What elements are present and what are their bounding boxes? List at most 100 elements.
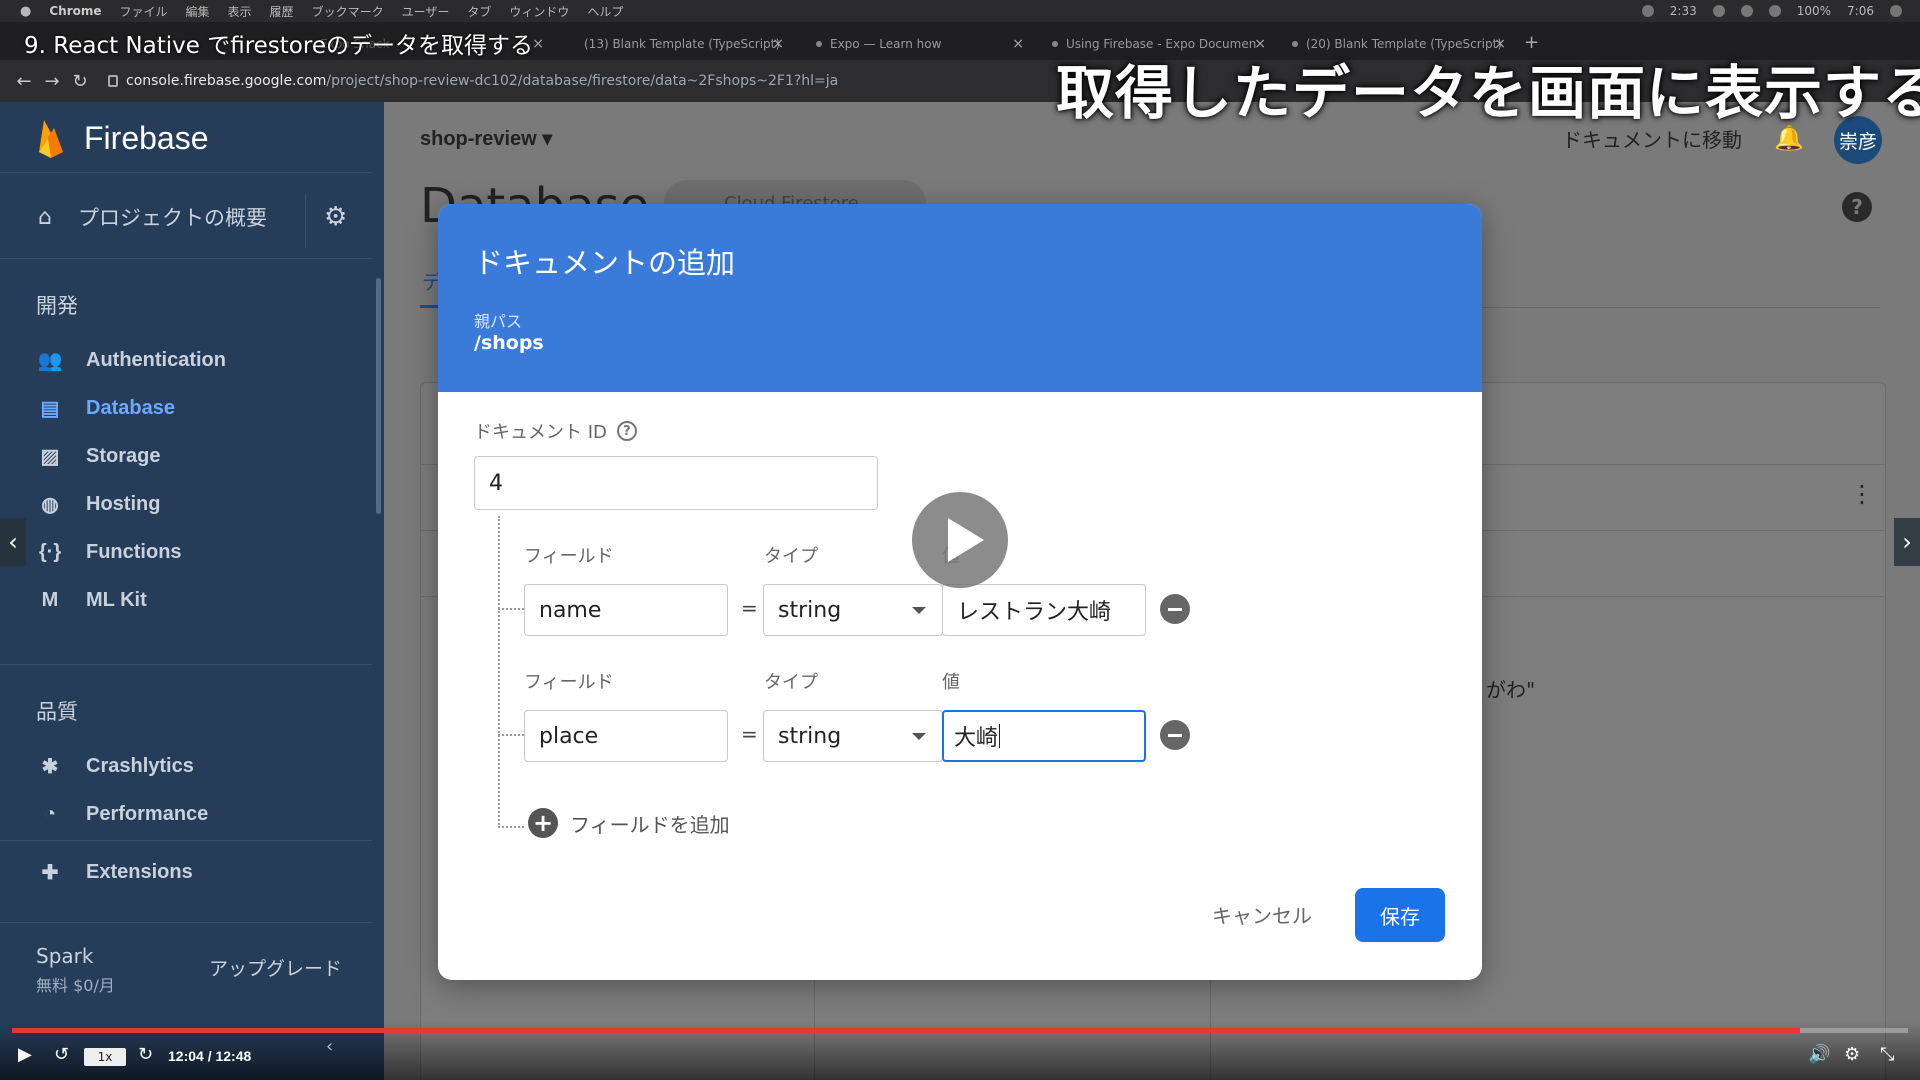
divider (0, 258, 372, 259)
document-id-label: ドキュメント ID? (474, 418, 637, 444)
sidebar-item-mlkit[interactable]: M ML Kit (36, 588, 147, 612)
screen: ● Chrome ファイル 編集 表示 履歴 ブックマーク ユーザー タブ ウィ… (0, 0, 1920, 1080)
play-overlay-icon[interactable] (912, 492, 1008, 588)
field-name-input[interactable]: name (524, 584, 728, 636)
back-icon[interactable]: ← (10, 71, 38, 92)
equals-sign: = (741, 596, 758, 620)
record-icon[interactable] (1641, 5, 1654, 17)
dropdown-arrow-icon (912, 733, 926, 740)
flame-icon (39, 120, 63, 158)
dialog-title: ドキュメントの追加 (474, 246, 736, 280)
sidebar-item-hosting[interactable]: ◍ Hosting (36, 492, 160, 516)
sidebar-item-database[interactable]: ▤ Database (36, 396, 175, 420)
help-icon[interactable]: ? (616, 421, 637, 441)
gauge-icon: ◔ (43, 802, 57, 825)
add-field-button[interactable]: + フィールドを追加 (528, 808, 730, 838)
sidebar-item-performance[interactable]: ◔ Performance (36, 802, 208, 826)
prev-lecture-icon[interactable]: ‹ (0, 518, 26, 566)
collapse-sidebar-icon[interactable]: ‹ (326, 1036, 333, 1057)
close-icon[interactable]: × (532, 36, 544, 52)
firebase-logo[interactable]: Firebase (36, 118, 209, 158)
help-icon[interactable]: ? (1842, 192, 1872, 222)
url-host: console.firebase.google.com (126, 73, 327, 89)
cloud-icon[interactable] (1712, 5, 1725, 17)
document-id-input[interactable]: 4 (474, 456, 878, 510)
parent-path-value: /shops (474, 332, 544, 354)
type-label: タイプ (764, 546, 818, 567)
menubar-app-name[interactable]: Chrome (49, 4, 101, 18)
sidebar-item-crashlytics[interactable]: ✱ Crashlytics (36, 754, 194, 778)
tab-expo-learn[interactable]: Expo — Learn how × (806, 28, 1030, 60)
sidebar-scrollbar[interactable] (376, 278, 381, 514)
gear-icon[interactable]: ⚙ (324, 202, 347, 232)
field-type-select[interactable]: string (763, 710, 943, 762)
save-button[interactable]: 保存 (1355, 888, 1445, 942)
url-path: /project/shop-review-dc102/database/fire… (326, 73, 839, 89)
project-overview-link[interactable]: ⌂ プロジェクトの概要 (38, 202, 267, 232)
sidebar-item-authentication[interactable]: 👥 Authentication (36, 348, 226, 372)
sidebar-item-label: Performance (86, 802, 209, 825)
cancel-button[interactable]: キャンセル (1212, 900, 1312, 929)
more-vert-icon[interactable]: ⋮ (1850, 480, 1874, 508)
divider (305, 194, 306, 248)
close-icon[interactable]: × (772, 36, 784, 52)
menu-help[interactable]: ヘルプ (587, 3, 623, 20)
field-value-input-focused[interactable]: 大崎 (942, 710, 1146, 762)
tab-blank-template-13[interactable]: (13) Blank Template (TypeScript) × (566, 28, 790, 60)
forward-icon[interactable]: ↻ (138, 1044, 153, 1065)
menu-file[interactable]: ファイル (120, 3, 168, 20)
volume-icon[interactable] (1768, 5, 1781, 17)
menu-view[interactable]: 表示 (228, 3, 252, 20)
tree-line (498, 516, 500, 828)
mac-menubar: ● Chrome ファイル 編集 表示 履歴 ブックマーク ユーザー タブ ウィ… (0, 0, 1920, 22)
playback-speed-button[interactable]: 1x (84, 1048, 126, 1066)
ml-icon: M (41, 588, 59, 611)
apple-icon[interactable]: ● (20, 4, 31, 19)
menu-history[interactable]: 履歴 (270, 3, 294, 20)
sidebar-item-functions[interactable]: {·} Functions (36, 540, 182, 564)
fullscreen-exit-icon[interactable]: ⤡ (1880, 1044, 1894, 1065)
dropdown-arrow-icon (912, 607, 926, 614)
crash-icon: ✱ (41, 755, 59, 778)
sidebar-item-storage[interactable]: ▨ Storage (36, 444, 161, 468)
menu-bookmarks[interactable]: ブックマーク (312, 3, 384, 20)
field-value-input[interactable]: レストラン大崎 (942, 584, 1146, 636)
menu-window[interactable]: ウィンドウ (509, 3, 569, 20)
sidebar-item-label: Functions (86, 540, 182, 563)
close-icon[interactable]: × (1012, 36, 1024, 52)
settings-icon[interactable]: ⚙ (1844, 1044, 1860, 1065)
play-icon[interactable]: ▶ (18, 1044, 32, 1065)
rewind-icon[interactable]: ↺ (54, 1044, 69, 1065)
video-progress-bar[interactable] (12, 1028, 1908, 1033)
video-caption: 取得したデータを画面に表示する (1056, 59, 1920, 127)
remove-field-icon[interactable] (1160, 720, 1190, 750)
menu-tab[interactable]: タブ (467, 3, 491, 20)
wifi-icon[interactable] (1740, 5, 1753, 17)
tab-label: (13) Blank Template (TypeScript) (584, 37, 781, 51)
field-name-input[interactable]: place (524, 710, 728, 762)
puzzle-icon: ✚ (41, 861, 59, 884)
project-name: shop-review (420, 128, 537, 150)
search-icon[interactable] (1890, 5, 1902, 17)
field-label: フィールド (524, 672, 614, 693)
divider (0, 664, 372, 665)
next-lecture-icon[interactable]: › (1894, 518, 1920, 566)
menu-edit[interactable]: 編集 (186, 3, 210, 20)
menu-user[interactable]: ユーザー (402, 3, 450, 20)
sidebar-item-extensions[interactable]: ✚ Extensions (36, 860, 193, 884)
field-type-value: string (778, 723, 842, 749)
divider (0, 840, 372, 841)
reload-icon[interactable]: ↻ (66, 71, 94, 92)
background-field-value: がわ" (1486, 678, 1536, 702)
field-value-text: 大崎 (954, 726, 999, 751)
remove-field-icon[interactable] (1160, 594, 1190, 624)
section-dev: 開発 (36, 294, 78, 318)
sidebar-item-label: ML Kit (86, 588, 147, 611)
upgrade-button[interactable]: アップグレード (209, 954, 342, 981)
image-icon: ▨ (40, 445, 60, 468)
volume-icon[interactable]: 🔊 (1808, 1044, 1830, 1065)
expo-icon (816, 41, 822, 47)
forward-icon[interactable]: → (38, 71, 66, 92)
field-type-select[interactable]: string (763, 584, 943, 636)
project-selector[interactable]: shop-review ▾ (420, 126, 552, 151)
